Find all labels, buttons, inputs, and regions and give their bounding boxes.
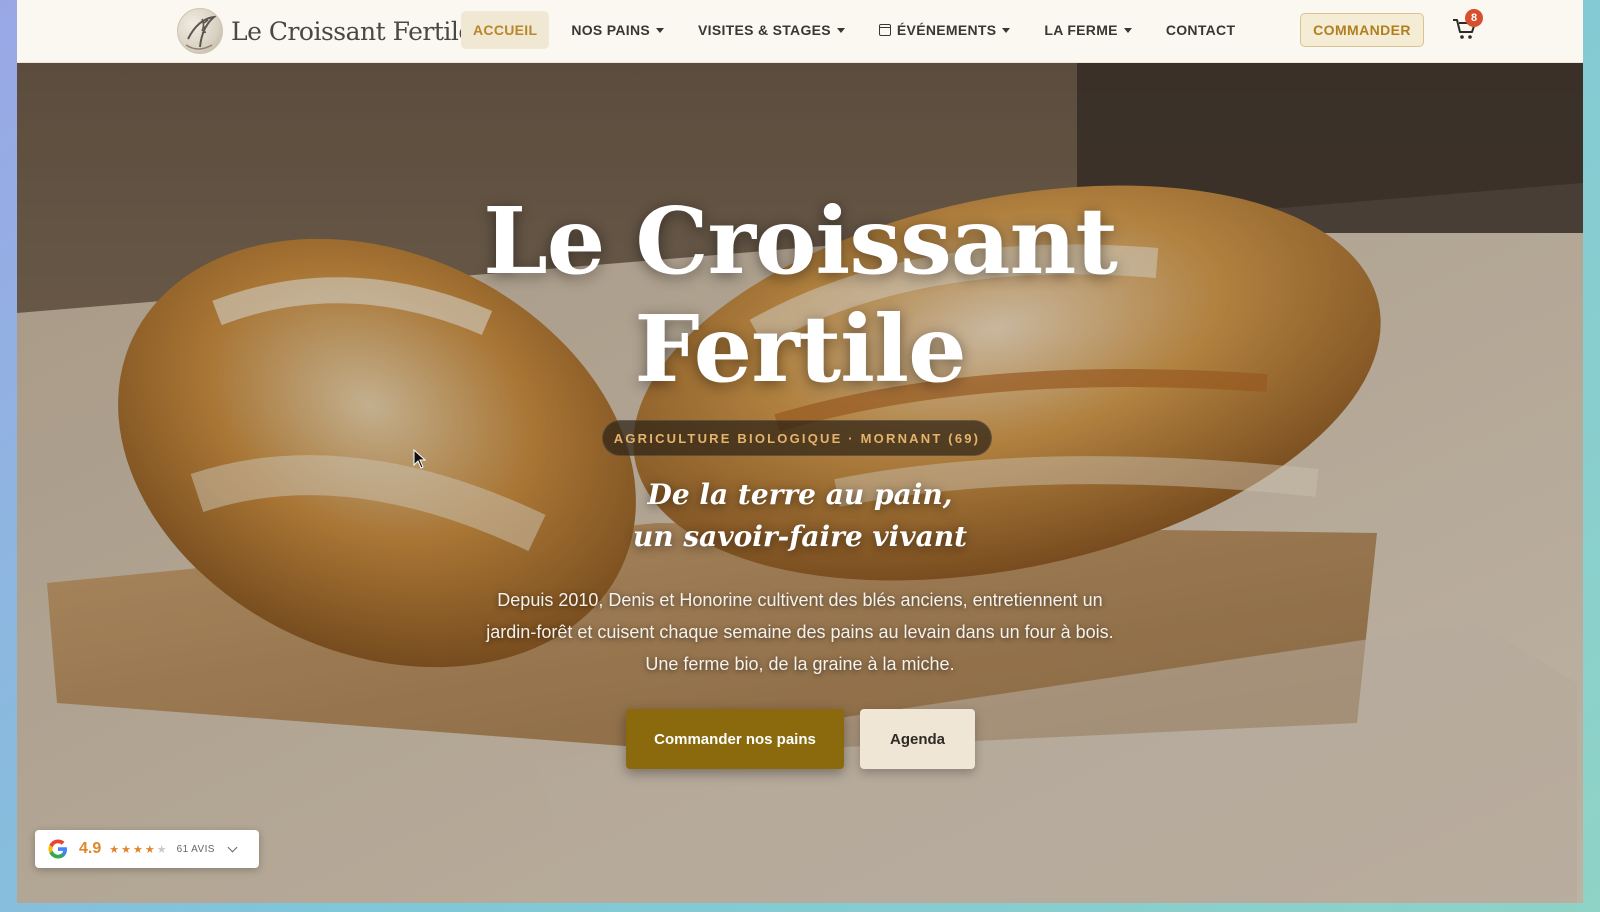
nav-item-label: ACCUEIL: [473, 22, 538, 38]
hero-title: Le Croissant Fertile: [17, 187, 1583, 403]
caret-down-icon: [1002, 27, 1011, 33]
hero-description: Depuis 2010, Denis et Honorine cultivent…: [447, 584, 1153, 680]
nav-item-label: LA FERME: [1044, 22, 1118, 38]
site-logo[interactable]: Le Croissant Fertile: [177, 4, 473, 58]
nav-item-nos-pains[interactable]: NOS PAINS: [559, 11, 676, 49]
nav-item-accueil[interactable]: ACCUEIL: [461, 11, 550, 49]
chevron-down-icon[interactable]: [227, 842, 238, 852]
caret-down-icon: [1123, 27, 1132, 33]
hero-title-line: Fertile: [634, 295, 966, 403]
order-bread-button[interactable]: Commander nos pains: [626, 709, 844, 769]
nav-item-visites-stages[interactable]: VISITES & STAGES: [686, 11, 857, 49]
star-icon: ★: [121, 843, 131, 856]
google-review-widget[interactable]: 4.9 ★ ★ ★ ★ ★ 61 AVIS: [35, 830, 259, 868]
description-line: Une ferme bio, de la graine à la miche.: [645, 654, 955, 674]
description-line: Depuis 2010, Denis et Honorine cultivent…: [497, 590, 1103, 610]
caret-down-icon: [656, 27, 665, 33]
review-count: 61 AVIS: [176, 843, 215, 855]
browser-viewport: Le Croissant Fertile ACCUEIL NOS PAINS V…: [17, 0, 1583, 903]
star-icon: ★: [109, 843, 120, 856]
description-line: jardin-forêt et cuisent chaque semaine d…: [486, 622, 1114, 642]
star-icon: ★: [133, 843, 143, 856]
agenda-button[interactable]: Agenda: [860, 709, 975, 769]
wheat-logo-icon: [177, 8, 223, 54]
star-rating: ★ ★ ★ ★ ★: [109, 843, 168, 856]
star-icon: ★: [144, 843, 155, 856]
calendar-icon: [878, 24, 891, 36]
nav-item-label: ÉVÉNEMENTS: [896, 22, 997, 38]
nav-item-label: VISITES & STAGES: [698, 22, 831, 38]
main-menu: ACCUEIL NOS PAINS VISITES & STAGES ÉVÉNE…: [461, 11, 1257, 49]
nav-item-label: NOS PAINS: [571, 22, 651, 38]
tagline-line: De la terre au pain,: [647, 478, 953, 511]
caret-down-icon: [836, 27, 845, 33]
tagline-line: un savoir-faire vivant: [632, 520, 968, 553]
order-button[interactable]: COMMANDER: [1300, 13, 1424, 47]
review-rating: 4.9: [79, 840, 102, 857]
hero-tagline: De la terre au pain, un savoir-faire viv…: [17, 474, 1583, 558]
cart-count-badge: 8: [1465, 9, 1483, 27]
site-logo-text: Le Croissant Fertile: [231, 16, 473, 46]
nav-item-la-ferme[interactable]: LA FERME: [1032, 11, 1143, 49]
star-icon: ★: [156, 843, 167, 856]
nav-item-contact[interactable]: CONTACT: [1154, 11, 1248, 49]
nav-item-label: CONTACT: [1165, 22, 1236, 38]
location-badge: AGRICULTURE BIOLOGIQUE · MORNANT (69): [602, 420, 992, 456]
hero-title-line: Le Croissant: [483, 187, 1118, 295]
google-icon: [48, 839, 67, 859]
nav-item-evenements[interactable]: ÉVÉNEMENTS: [867, 11, 1022, 49]
hero-section: Le Croissant Fertile AGRICULTURE BIOLOGI…: [17, 63, 1583, 903]
mouse-cursor-icon: [413, 449, 427, 469]
top-navigation: Le Croissant Fertile ACCUEIL NOS PAINS V…: [17, 0, 1583, 63]
